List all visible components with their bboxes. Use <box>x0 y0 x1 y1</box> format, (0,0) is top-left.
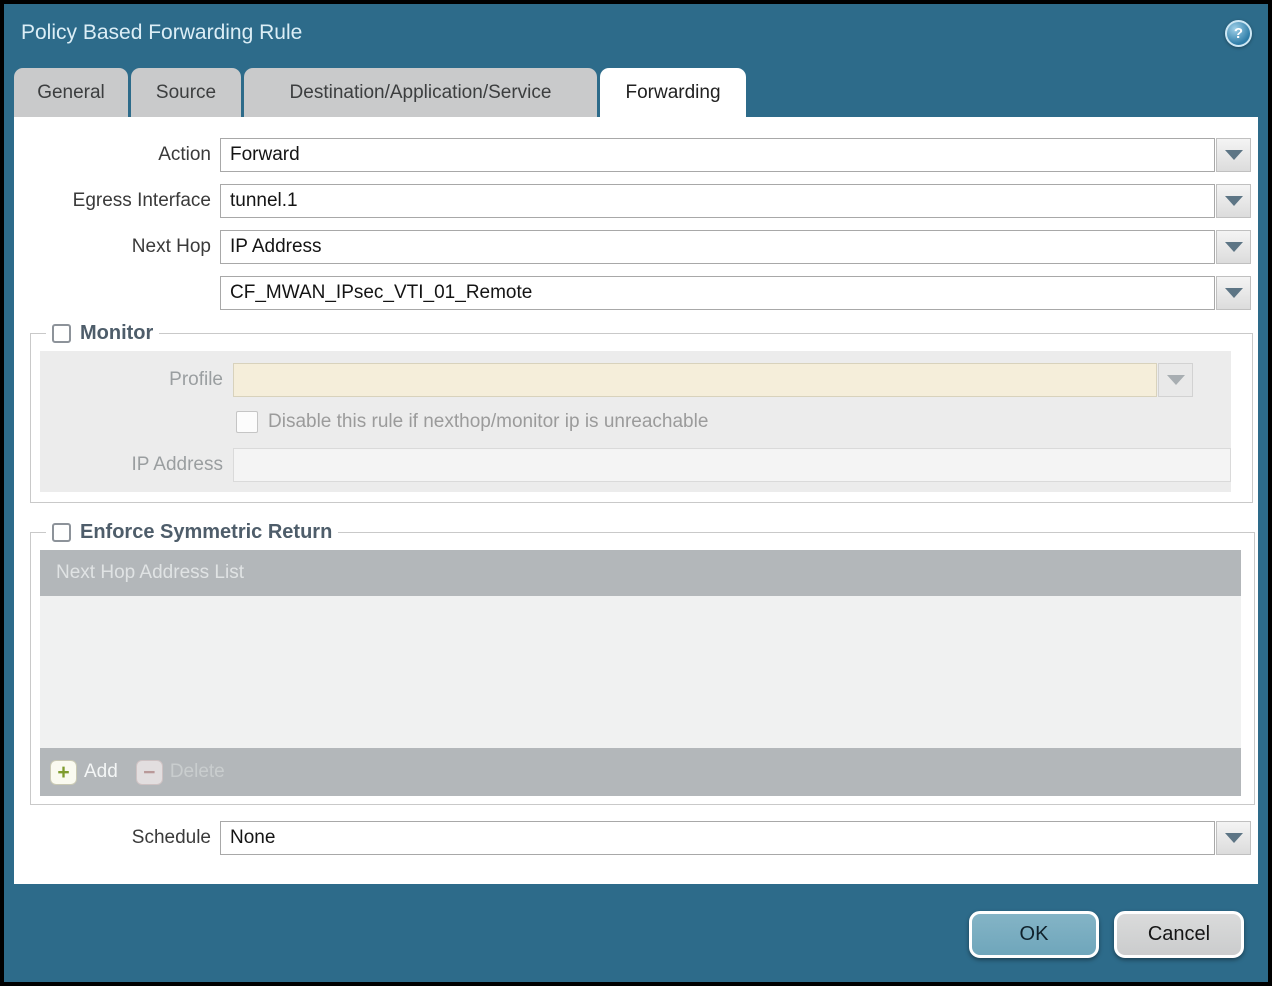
enforce-symmetric-return-group: Enforce Symmetric Return Next Hop Addres… <box>30 521 1255 805</box>
chevron-down-icon <box>1167 375 1185 385</box>
action-row: Action Forward <box>14 138 1258 172</box>
action-dropdown-button[interactable] <box>1216 138 1251 172</box>
next-hop-type-select[interactable]: IP Address <box>220 230 1215 264</box>
chevron-down-icon <box>1225 833 1243 843</box>
monitor-legend: Monitor <box>46 322 159 345</box>
action-label: Action <box>14 144 211 166</box>
cancel-button[interactable]: Cancel <box>1114 911 1244 958</box>
tab-general[interactable]: General <box>14 68 128 117</box>
profile-row: Profile <box>40 363 1231 397</box>
next-hop-address-list-table: Next Hop Address List + Add − Delete <box>40 550 1241 796</box>
action-select[interactable]: Forward <box>220 138 1215 172</box>
enforce-symmetric-return-legend: Enforce Symmetric Return <box>46 521 338 544</box>
tab-destination-application-service[interactable]: Destination/Application/Service <box>244 68 597 117</box>
profile-dropdown-button <box>1158 363 1193 397</box>
next-hop-address-list-body <box>40 596 1241 748</box>
forwarding-tab-panel: Action Forward Egress Interface tunnel.1… <box>14 117 1258 884</box>
next-hop-row: Next Hop IP Address <box>14 230 1258 264</box>
schedule-label: Schedule <box>14 827 211 849</box>
dialog-footer: OK Cancel <box>4 911 1268 958</box>
minus-icon: − <box>136 760 163 785</box>
egress-interface-label: Egress Interface <box>14 190 211 212</box>
chevron-down-icon <box>1225 288 1243 298</box>
monitor-ip-address-field <box>233 448 1231 482</box>
tab-source[interactable]: Source <box>131 68 241 117</box>
tab-bar: General Source Destination/Application/S… <box>4 68 1268 117</box>
monitor-group: Monitor Profile Disable this rule if nex… <box>30 322 1253 503</box>
tab-forwarding[interactable]: Forwarding <box>600 68 746 117</box>
chevron-down-icon <box>1225 196 1243 206</box>
schedule-row: Schedule None <box>14 821 1258 855</box>
egress-interface-dropdown-button[interactable] <box>1216 184 1251 218</box>
next-hop-address-row: CF_MWAN_IPsec_VTI_01_Remote <box>14 276 1258 310</box>
ok-button[interactable]: OK <box>969 911 1099 958</box>
monitor-checkbox[interactable] <box>52 324 71 343</box>
monitor-panel: Profile Disable this rule if nexthop/mon… <box>40 351 1231 492</box>
schedule-select[interactable]: None <box>220 821 1215 855</box>
delete-button-label: Delete <box>170 761 225 783</box>
enforce-symmetric-return-label: Enforce Symmetric Return <box>80 521 332 544</box>
add-button-label: Add <box>84 761 118 783</box>
next-hop-type-dropdown-button[interactable] <box>1216 230 1251 264</box>
disable-rule-row: Disable this rule if nexthop/monitor ip … <box>236 411 1231 433</box>
next-hop-address-list-header: Next Hop Address List <box>40 550 1241 596</box>
egress-interface-select[interactable]: tunnel.1 <box>220 184 1215 218</box>
monitor-ip-address-label: IP Address <box>40 454 223 476</box>
next-hop-label: Next Hop <box>14 236 211 258</box>
plus-icon: + <box>50 760 77 785</box>
dialog-title: Policy Based Forwarding Rule <box>21 21 302 45</box>
enforce-symmetric-return-checkbox[interactable] <box>52 523 71 542</box>
help-icon[interactable]: ? <box>1225 20 1252 47</box>
dialog-titlebar: Policy Based Forwarding Rule ? <box>4 4 1268 62</box>
monitor-ip-address-row: IP Address <box>40 448 1231 482</box>
next-hop-address-dropdown-button[interactable] <box>1216 276 1251 310</box>
add-button[interactable]: + Add <box>50 760 118 785</box>
profile-label: Profile <box>40 369 223 391</box>
schedule-dropdown-button[interactable] <box>1216 821 1251 855</box>
chevron-down-icon <box>1225 150 1243 160</box>
delete-button: − Delete <box>136 760 225 785</box>
chevron-down-icon <box>1225 242 1243 252</box>
profile-field <box>233 363 1157 397</box>
next-hop-address-list-footer: + Add − Delete <box>40 748 1241 796</box>
egress-interface-row: Egress Interface tunnel.1 <box>14 184 1258 218</box>
next-hop-address-field[interactable]: CF_MWAN_IPsec_VTI_01_Remote <box>220 276 1215 310</box>
monitor-label: Monitor <box>80 322 153 345</box>
disable-rule-checkbox <box>236 411 258 433</box>
disable-rule-label: Disable this rule if nexthop/monitor ip … <box>268 411 708 433</box>
policy-based-forwarding-rule-dialog: Policy Based Forwarding Rule ? General S… <box>4 4 1268 958</box>
